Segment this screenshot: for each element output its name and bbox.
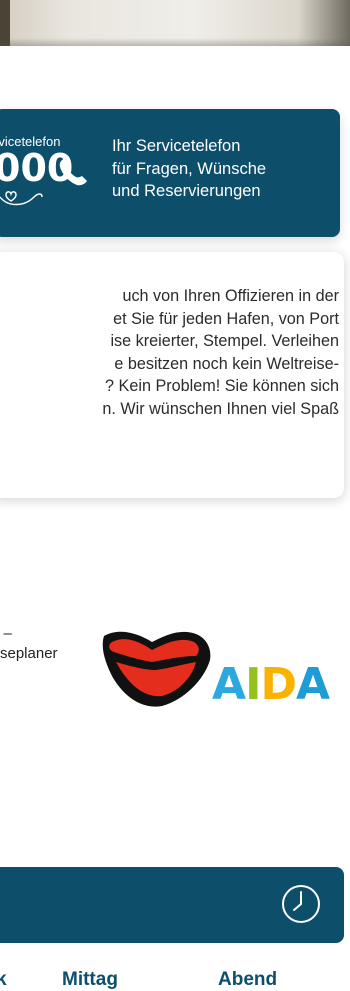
service-desc-line: Ihr Servicetelefon (112, 137, 241, 155)
aida-logo-word: AIDA (212, 663, 330, 707)
aida-letter: D (260, 659, 297, 710)
info-text-card: uch von Ihren Offizieren in der et Sie f… (0, 252, 344, 498)
info-text-line: ise kreierter, Stempel. Verleihen (110, 332, 339, 350)
photo-shadow (0, 0, 10, 46)
info-text-line: ? Kein Problem! Sie können sich (105, 377, 339, 395)
info-text-line: et Sie für jeden Hafen, von Port (113, 309, 339, 328)
info-text: uch von Ihren Offizieren in der et Sie f… (0, 285, 339, 420)
info-text-line: e besitzen noch kein Weltreise- (114, 354, 339, 373)
meal-header-lunch: Mittag (62, 969, 118, 990)
service-desc-line: und Reservierungen (112, 182, 261, 200)
aida-letter: I (245, 659, 261, 710)
reiseplaner-line: seplaner (0, 645, 58, 662)
service-phone-banner[interactable]: rvicetelefon 000 Ihr Servicetelefon für … (0, 109, 340, 237)
service-desc-line: für Fragen, Wünsche (112, 159, 267, 178)
aida-lips-logo-icon (102, 631, 211, 707)
heart-icon (0, 191, 43, 206)
reiseplaner-line: l – (0, 625, 12, 642)
aida-letter: A (212, 659, 246, 710)
aida-letter: A (295, 659, 330, 710)
header-photo (0, 0, 350, 46)
reiseplaner-text: l – seplaner (0, 624, 58, 664)
info-text-line: uch von Ihren Offizieren in der (122, 287, 339, 305)
meal-header-breakfast: k (0, 969, 7, 990)
clock-icon[interactable] (278, 881, 324, 927)
meal-header-dinner: Abend (218, 969, 278, 990)
phone-icon (59, 159, 87, 186)
service-description: Ihr Servicetelefon für Fragen, Wünsche u… (112, 135, 322, 203)
info-text-line: n. Wir wünschen Ihnen viel Spaß (102, 399, 339, 418)
